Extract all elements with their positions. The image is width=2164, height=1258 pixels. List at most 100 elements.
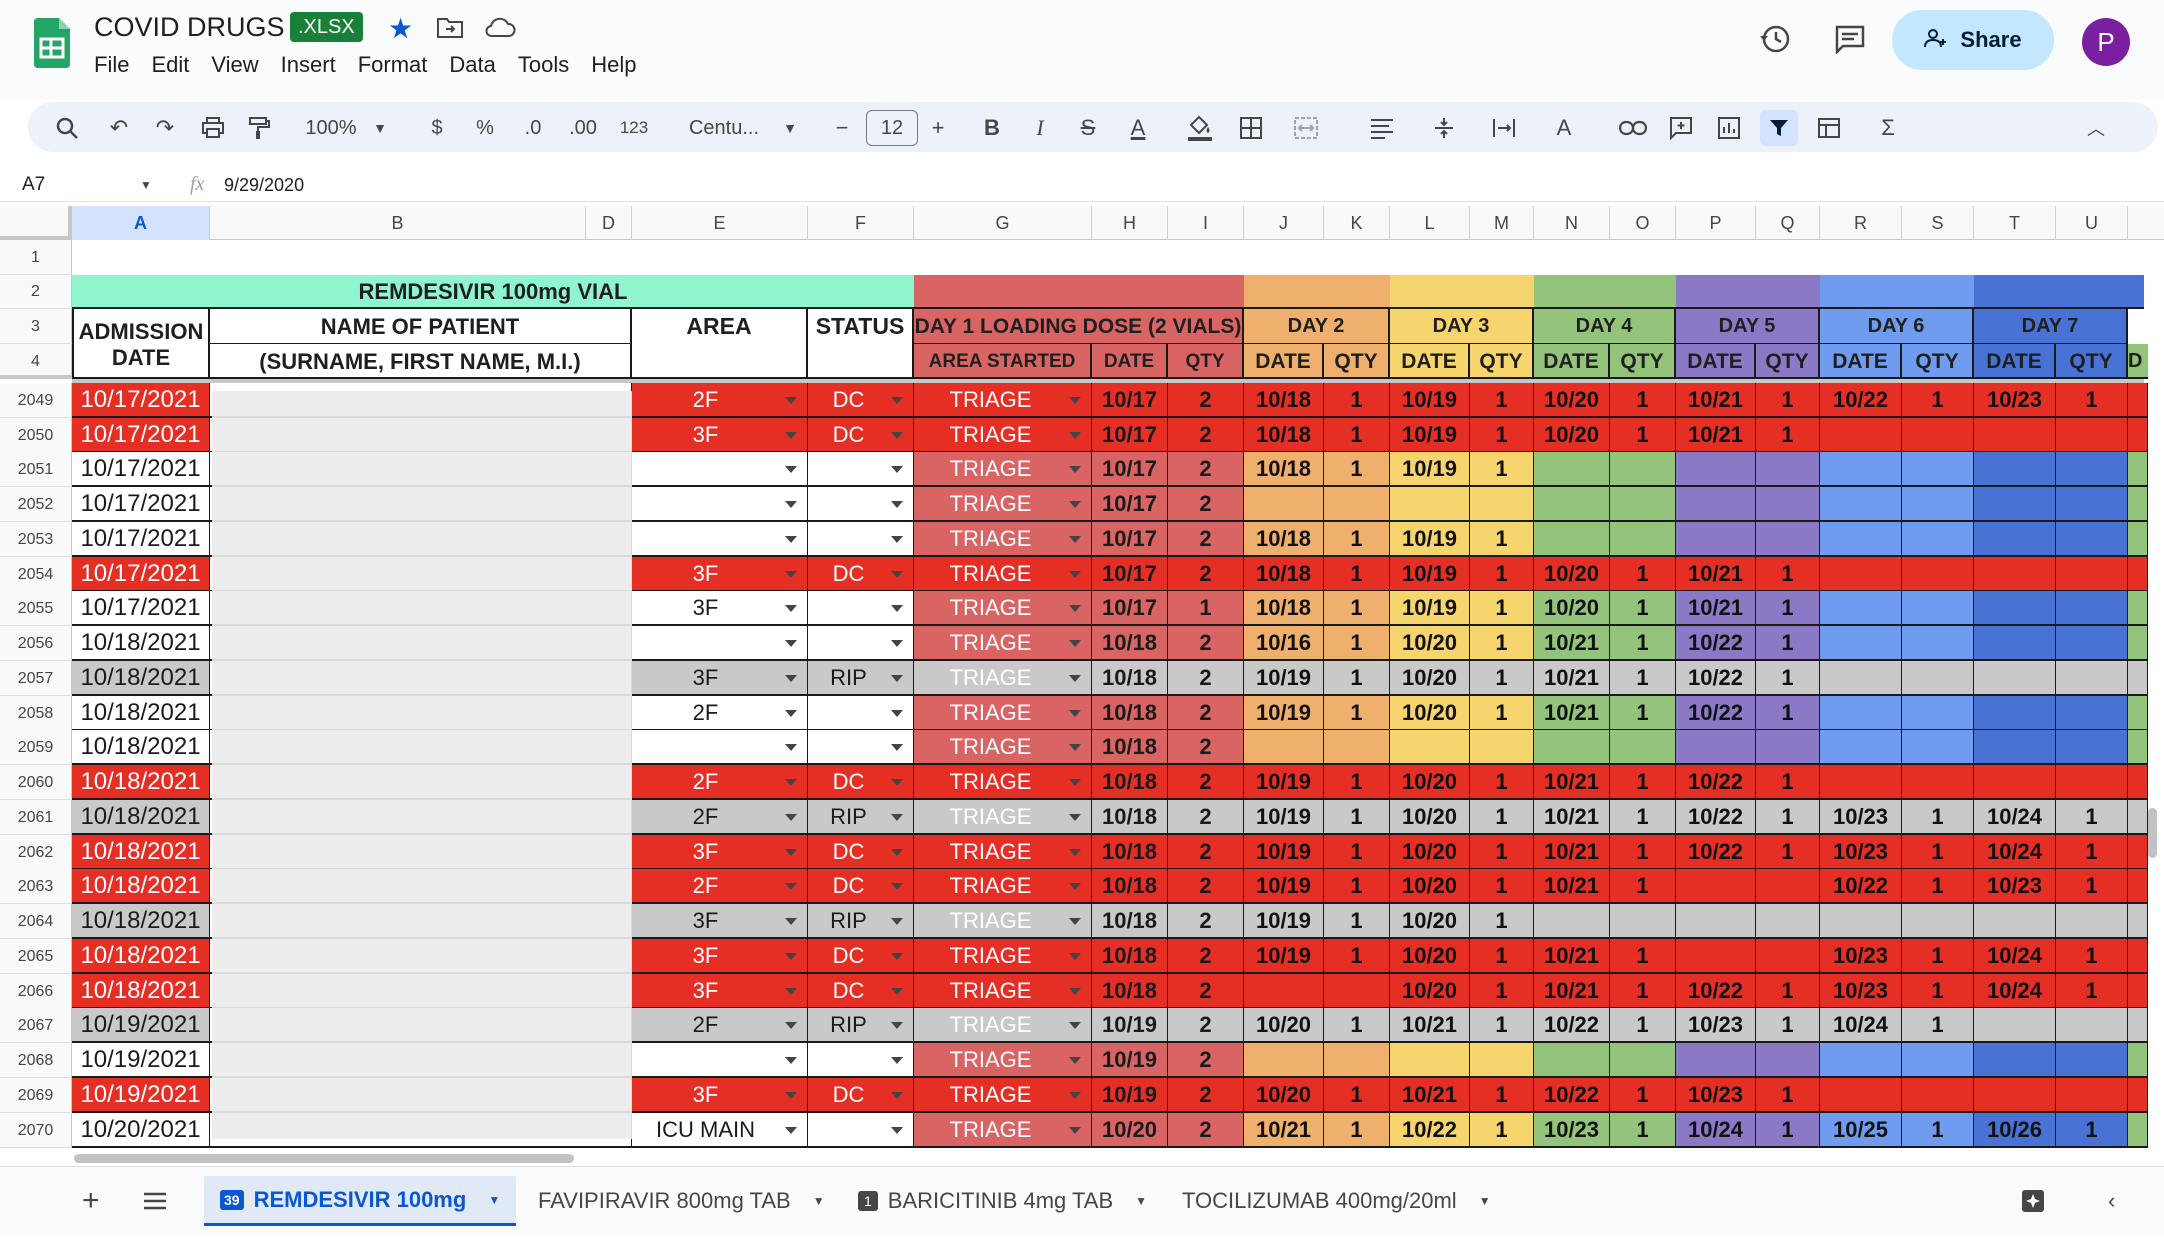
day5-date-cell[interactable] (1676, 522, 1756, 557)
admission-date-cell[interactable]: 10/18/2021 (72, 974, 210, 1009)
italic-icon[interactable]: I (1026, 110, 1054, 146)
day7-qty-cell[interactable]: 1 (2056, 869, 2128, 904)
status-dropdown[interactable]: DC (808, 383, 914, 418)
day2-date-cell[interactable]: 10/18 (1244, 418, 1324, 453)
column-header-s[interactable]: S (1902, 206, 1974, 240)
day5-qty-cell[interactable] (1756, 730, 1820, 765)
day5-qty-cell[interactable]: 1 (1756, 696, 1820, 731)
day2-qty-cell[interactable]: 1 (1324, 1113, 1390, 1148)
day7-date-cell[interactable] (1974, 418, 2056, 453)
day7-qty-cell[interactable]: 1 (2056, 835, 2128, 870)
column-header-d[interactable]: D (586, 206, 632, 240)
day2-date-cell[interactable]: 10/19 (1244, 869, 1324, 904)
day6-date-cell[interactable]: 10/22 (1820, 383, 1902, 418)
next-day-cell[interactable] (2128, 557, 2148, 592)
sheet-tab-baricitinib[interactable]: 1 BARICITINIB 4mg TAB ▼ (858, 1176, 1147, 1226)
area-dropdown[interactable]: 3F (632, 1078, 808, 1113)
day4-qty-cell[interactable]: 1 (1610, 1113, 1676, 1148)
day3-qty-cell[interactable]: 1 (1470, 591, 1534, 626)
day1-date-cell[interactable]: 10/19 (1092, 1008, 1168, 1043)
day7-date-cell[interactable]: 10/24 (1974, 835, 2056, 870)
text-rotation-icon[interactable]: A (1542, 110, 1586, 146)
row-number[interactable]: 2064 (0, 904, 72, 939)
day3-qty-cell[interactable]: 1 (1470, 661, 1534, 696)
next-day-cell[interactable] (2128, 487, 2148, 522)
day1-date-cell[interactable]: 10/18 (1092, 626, 1168, 661)
day6-date-cell[interactable] (1820, 765, 1902, 800)
day3-qty-cell[interactable]: 1 (1470, 383, 1534, 418)
next-day-cell[interactable] (2128, 974, 2148, 1009)
day5-date-cell[interactable] (1676, 939, 1756, 974)
day2-qty-cell[interactable] (1324, 974, 1390, 1009)
day7-qty-cell[interactable] (2056, 696, 2128, 731)
font-select[interactable]: Centu... (682, 110, 766, 146)
day3-date-cell[interactable]: 10/20 (1390, 696, 1470, 731)
day5-qty-cell[interactable] (1756, 939, 1820, 974)
day5-date-cell[interactable]: 10/22 (1676, 800, 1756, 835)
row-number[interactable]: 2049 (0, 383, 72, 418)
day5-date-cell[interactable] (1676, 904, 1756, 939)
day3-qty-cell[interactable]: 1 (1470, 1113, 1534, 1148)
column-header-p[interactable]: P (1676, 206, 1756, 240)
status-dropdown[interactable]: DC (808, 939, 914, 974)
status-dropdown[interactable] (808, 522, 914, 557)
day6-date-cell[interactable] (1820, 557, 1902, 592)
area-started-dropdown[interactable]: TRIAGE (914, 661, 1092, 696)
status-dropdown[interactable] (808, 696, 914, 731)
day4-qty-cell[interactable]: 1 (1610, 835, 1676, 870)
day1-qty-cell[interactable]: 2 (1168, 661, 1244, 696)
status-dropdown[interactable]: DC (808, 1078, 914, 1113)
next-day-cell[interactable] (2128, 1078, 2148, 1113)
day4-qty-cell[interactable]: 1 (1610, 765, 1676, 800)
area-started-dropdown[interactable]: TRIAGE (914, 591, 1092, 626)
next-day-cell[interactable] (2128, 1043, 2148, 1078)
day5-date-cell[interactable] (1676, 487, 1756, 522)
formula-input[interactable]: 9/29/2020 (224, 175, 304, 196)
day1-date-cell[interactable]: 10/17 (1092, 522, 1168, 557)
column-header-o[interactable]: O (1610, 206, 1676, 240)
day2-qty-cell[interactable]: 1 (1324, 835, 1390, 870)
row-number[interactable]: 2058 (0, 696, 72, 731)
area-started-dropdown[interactable]: TRIAGE (914, 1078, 1092, 1113)
day5-date-cell[interactable]: 10/21 (1676, 591, 1756, 626)
day5-date-cell[interactable] (1676, 869, 1756, 904)
area-started-dropdown[interactable]: TRIAGE (914, 1008, 1092, 1043)
area-started-dropdown[interactable]: TRIAGE (914, 800, 1092, 835)
area-dropdown[interactable] (632, 522, 808, 557)
day1-qty-cell[interactable]: 2 (1168, 1043, 1244, 1078)
row-number[interactable]: 3 (0, 309, 72, 344)
day1-qty-cell[interactable]: 1 (1168, 591, 1244, 626)
row-number[interactable]: 2060 (0, 765, 72, 800)
column-header-u[interactable]: U (2056, 206, 2128, 240)
day4-date-cell[interactable] (1534, 1043, 1610, 1078)
day1-date-cell[interactable]: 10/18 (1092, 869, 1168, 904)
day3-date-cell[interactable]: 10/19 (1390, 383, 1470, 418)
day3-date-cell[interactable]: 10/20 (1390, 904, 1470, 939)
day3-qty-cell[interactable]: 1 (1470, 974, 1534, 1009)
day2-qty-cell[interactable]: 1 (1324, 696, 1390, 731)
menu-data[interactable]: Data (449, 52, 495, 78)
day4-date-cell[interactable] (1534, 522, 1610, 557)
day6-date-cell[interactable]: 10/23 (1820, 835, 1902, 870)
day6-qty-cell[interactable] (1902, 730, 1974, 765)
day3-date-cell[interactable]: 10/20 (1390, 835, 1470, 870)
horizontal-align-icon[interactable] (1360, 110, 1404, 146)
day1-qty-cell[interactable]: 2 (1168, 1078, 1244, 1113)
day7-date-cell[interactable] (1974, 626, 2056, 661)
all-sheets-menu-icon[interactable] (142, 1176, 168, 1226)
day5-qty-cell[interactable]: 1 (1756, 557, 1820, 592)
day4-qty-cell[interactable] (1610, 730, 1676, 765)
admission-date-cell[interactable]: 10/17/2021 (72, 522, 210, 557)
day1-qty-cell[interactable]: 2 (1168, 730, 1244, 765)
day6-date-cell[interactable]: 10/25 (1820, 1113, 1902, 1148)
day1-date-cell[interactable]: 10/19 (1092, 1043, 1168, 1078)
day3-date-cell[interactable]: 10/19 (1390, 591, 1470, 626)
day7-date-cell[interactable]: 10/24 (1974, 939, 2056, 974)
day7-qty-cell[interactable] (2056, 487, 2128, 522)
status-dropdown[interactable]: DC (808, 835, 914, 870)
day5-date-cell[interactable]: 10/22 (1676, 974, 1756, 1009)
area-started-dropdown[interactable]: TRIAGE (914, 696, 1092, 731)
filter-views-icon[interactable] (1806, 110, 1852, 146)
day1-qty-cell[interactable]: 2 (1168, 800, 1244, 835)
day7-qty-cell[interactable]: 1 (2056, 939, 2128, 974)
